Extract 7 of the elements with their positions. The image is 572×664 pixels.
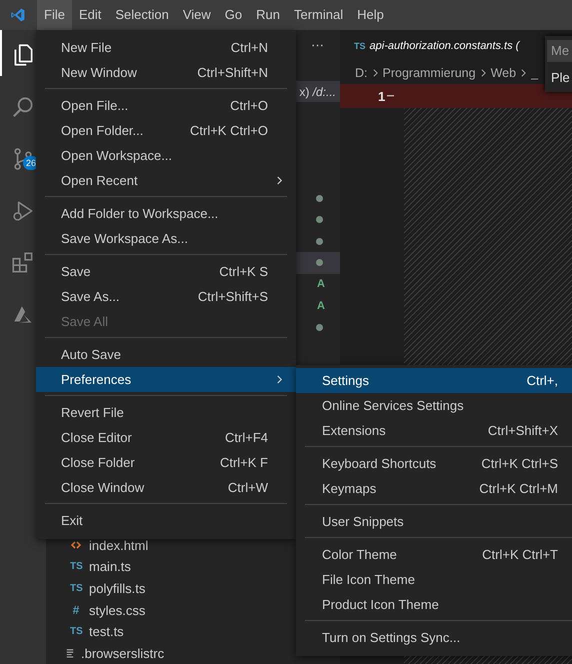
popup-message: Ple [550, 70, 571, 85]
css-file-icon: # [70, 603, 82, 618]
typescript-file-icon: TS [70, 582, 82, 594]
typescript-file-icon: TS [70, 626, 82, 638]
typescript-file-icon: TS [70, 561, 82, 572]
line-number: 1 [378, 88, 386, 104]
added-status: A [317, 278, 325, 290]
